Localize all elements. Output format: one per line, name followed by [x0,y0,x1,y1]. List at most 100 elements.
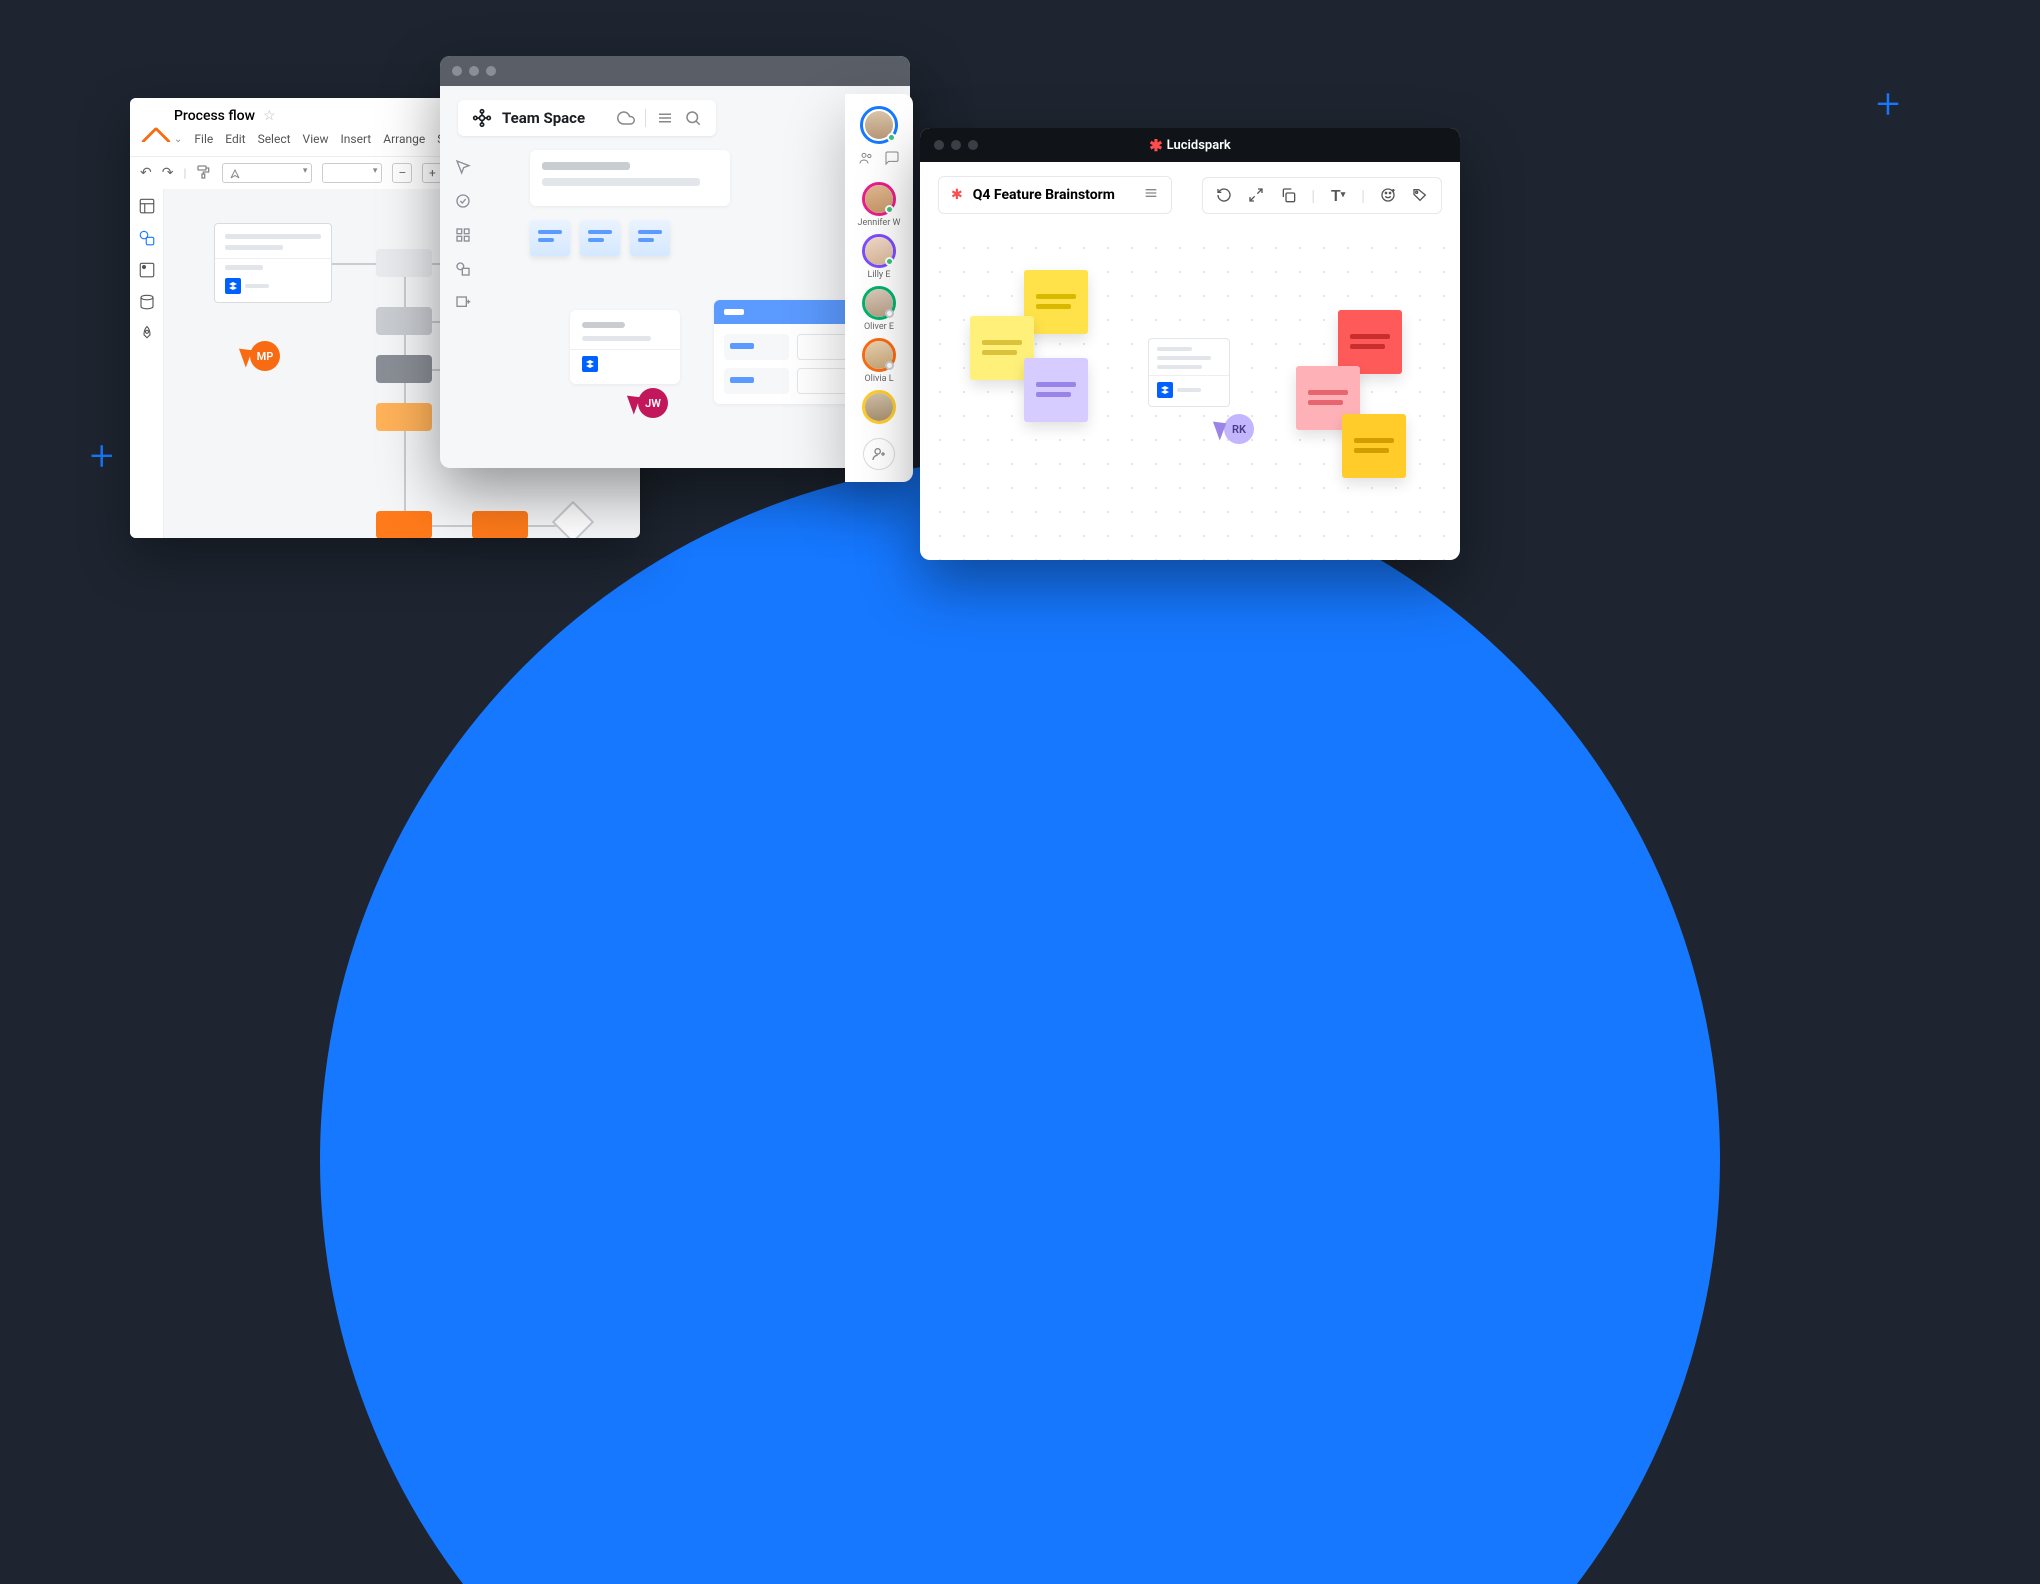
size-select[interactable] [322,163,382,183]
title-container: Team Space [458,100,716,136]
status-dot [885,361,894,370]
traffic-light-max[interactable] [968,140,978,150]
sticky-note[interactable] [530,220,570,256]
collaborator-oliver[interactable]: Oliver E [862,286,896,332]
flow-decision[interactable] [552,501,594,538]
lucidchart-sidebar [130,189,164,538]
content-card[interactable] [530,150,730,206]
shapes-icon[interactable] [454,260,472,278]
collaborator-anon[interactable] [862,390,896,424]
add-collaborator-button[interactable] [863,438,895,470]
avatar-self[interactable] [860,106,898,144]
menu-edit[interactable]: Edit [225,132,245,146]
logo-dropdown-icon[interactable]: ⌄ [174,134,182,145]
text-tool-button[interactable]: T▾ [1329,186,1347,204]
menu-icon[interactable] [656,109,674,127]
traffic-light-close[interactable] [452,66,462,76]
lucidspark-header: ✱ Q4 Feature Brainstorm | T▾ | [920,162,1460,228]
panel-icon[interactable] [138,197,156,215]
paint-roller-icon[interactable] [196,164,212,183]
menu-view[interactable]: View [303,132,329,146]
sticky-note[interactable] [580,220,620,256]
content-card-dropbox[interactable] [570,310,680,384]
menu-arrange[interactable]: Arrange [383,132,425,146]
title-container: ✱ Q4 Feature Brainstorm [938,176,1172,214]
status-dot [885,309,894,318]
board-card[interactable] [724,368,789,394]
copy-icon[interactable] [1279,186,1297,204]
flow-card[interactable] [214,223,332,303]
team-space-window: Team Space [440,56,910,468]
people-icon[interactable] [858,150,874,170]
add-frame-icon[interactable] [454,294,472,312]
flow-shape-gray[interactable] [376,307,432,335]
team-space-header: Team Space [440,86,910,150]
collaborator-cursor-rk: RK [1216,414,1254,444]
menu-file[interactable]: File [194,132,213,146]
plus-decoration-left: + [90,432,114,481]
sticky-note-purple[interactable] [1024,358,1088,422]
lucidspark-canvas[interactable]: RK [920,228,1460,560]
flow-shape-dark[interactable] [376,355,432,383]
connector [404,431,406,511]
menu-icon[interactable] [1143,185,1159,205]
connector [404,277,406,307]
search-icon[interactable] [684,109,702,127]
board-card[interactable] [724,334,789,360]
team-space-sidebar [440,150,480,468]
collaborator-olivia[interactable]: Olivia L [862,338,896,384]
dropbox-icon [582,356,598,372]
history-icon[interactable] [1215,186,1233,204]
undo-icon[interactable]: ↶ [140,165,152,181]
window-chrome: ✱ Lucidspark [920,128,1460,162]
shapes-icon[interactable] [138,229,156,247]
lucidspark-brand: ✱ Lucidspark [1149,136,1231,155]
flow-shape-orange[interactable] [376,511,432,538]
sticky-group[interactable] [530,220,676,260]
traffic-light-max[interactable] [486,66,496,76]
data-icon[interactable] [138,293,156,311]
team-space-title[interactable]: Team Space [502,109,585,127]
sticky-note-gold[interactable] [1342,414,1406,478]
star-icon[interactable]: ☆ [263,108,276,124]
document-title[interactable]: Process flow [174,108,255,124]
sticky-note[interactable] [630,220,670,256]
emoji-icon[interactable] [1379,186,1397,204]
sticky-note-red[interactable] [1338,310,1402,374]
flow-shape-gray[interactable] [376,249,432,277]
window-chrome [440,56,910,86]
status-dot [885,257,894,266]
menu-insert[interactable]: Insert [341,132,372,146]
board-title[interactable]: Q4 Feature Brainstorm [973,187,1115,203]
menu-select[interactable]: Select [258,132,291,146]
tag-icon[interactable] [1411,186,1429,204]
collaborator-lilly[interactable]: Lilly E [862,234,896,280]
dropbox-icon [225,278,241,294]
redo-icon[interactable]: ↷ [162,165,174,181]
font-select[interactable] [222,163,312,183]
rocket-icon[interactable] [138,325,156,343]
connector [332,263,376,265]
image-icon[interactable] [138,261,156,279]
connector [404,383,406,403]
traffic-light-close[interactable] [934,140,944,150]
expand-icon[interactable] [1247,186,1265,204]
lucidchart-logo-icon[interactable] [144,130,162,148]
flow-shape-orange[interactable] [376,403,432,431]
flow-shape-orange[interactable] [472,511,528,538]
connector [528,525,558,527]
check-circle-icon[interactable] [454,192,472,210]
cloud-icon[interactable] [617,109,635,127]
comment-icon[interactable] [884,150,900,170]
content-card-dropbox[interactable] [1148,338,1230,407]
team-space-icon [472,108,492,128]
cursor-icon[interactable] [454,158,472,176]
collaborator-jennifer[interactable]: Jennifer W [858,182,901,228]
lucidspark-logo-icon: ✱ [951,187,963,203]
traffic-light-min[interactable] [951,140,961,150]
decrease-button[interactable]: – [392,163,412,183]
background-accent-circle [320,460,1720,1584]
plus-decoration-right: + [1876,80,1900,129]
traffic-light-min[interactable] [469,66,479,76]
grid-icon[interactable] [454,226,472,244]
